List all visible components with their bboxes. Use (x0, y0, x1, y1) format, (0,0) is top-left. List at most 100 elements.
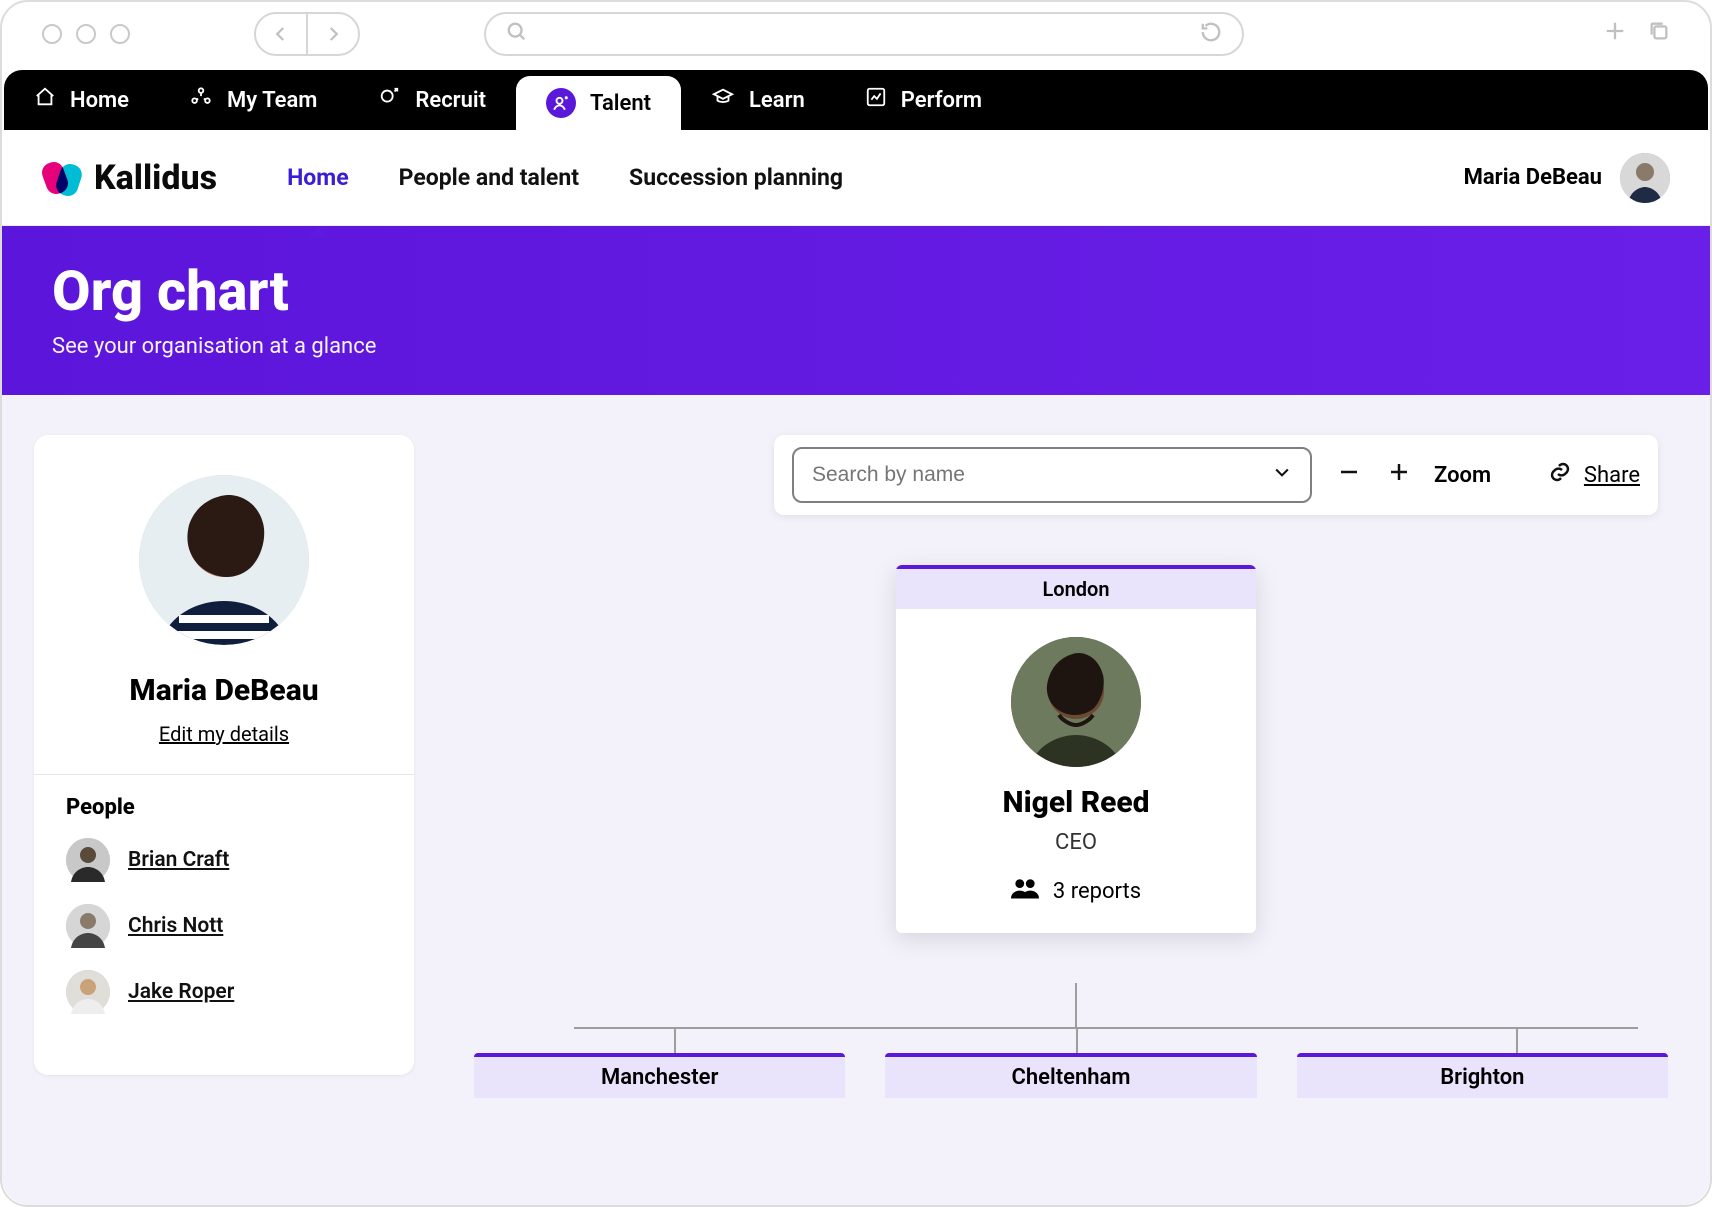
share-wrap: Share (1548, 460, 1640, 490)
brand-name: Kallidus (94, 158, 217, 198)
org-child-location[interactable]: Manchester (474, 1053, 845, 1098)
learn-icon (711, 86, 735, 114)
chrome-right-controls (1604, 19, 1670, 49)
sub-bar: Kallidus Home People and talent Successi… (2, 130, 1710, 226)
nav-label: Recruit (415, 88, 486, 113)
browser-toolbar (2, 2, 1710, 70)
subtab-label: Home (287, 164, 349, 191)
nav-talent[interactable]: Talent (516, 76, 681, 130)
org-node-title: CEO (896, 830, 1256, 855)
org-child-location[interactable]: Brighton (1297, 1053, 1668, 1098)
zoom-in-button[interactable] (1384, 460, 1414, 490)
talent-icon (546, 88, 576, 118)
zoom-out-button[interactable] (1334, 460, 1364, 490)
subtab-people-and-talent[interactable]: People and talent (399, 158, 579, 197)
nav-label: Talent (590, 91, 651, 116)
nav-label: Learn (749, 88, 805, 113)
avatar (66, 904, 110, 948)
person-link[interactable]: Jake Roper (128, 980, 234, 1004)
search-by-name[interactable] (792, 447, 1312, 503)
people-section: People Brian Craft Chris Nott (34, 775, 414, 1036)
copy-window-icon[interactable] (1648, 19, 1670, 49)
nav-my-team[interactable]: My Team (159, 70, 347, 130)
sub-tabs: Home People and talent Succession planni… (287, 158, 843, 197)
org-node-name: Nigel Reed (896, 785, 1256, 820)
traffic-light-min[interactable] (76, 24, 96, 44)
url-bar[interactable] (484, 12, 1244, 56)
person-row[interactable]: Brian Craft (66, 838, 382, 882)
person-row[interactable]: Chris Nott (66, 904, 382, 948)
browser-window: Home My Team Recruit Talent (0, 0, 1712, 1207)
person-link[interactable]: Chris Nott (128, 914, 223, 938)
new-tab-icon[interactable] (1604, 19, 1626, 49)
subtab-label: Succession planning (629, 164, 843, 191)
org-child-row: Manchester Cheltenham Brighton (474, 1053, 1678, 1098)
primary-nav: Home My Team Recruit Talent (4, 70, 1708, 130)
nav-recruit[interactable]: Recruit (347, 70, 516, 130)
zoom-label: Zoom (1434, 463, 1491, 488)
logo-mark-icon (42, 158, 82, 198)
traffic-light-close[interactable] (42, 24, 62, 44)
org-node-location: London (896, 565, 1256, 609)
traffic-lights (42, 24, 130, 44)
org-child-label: Brighton (1440, 1065, 1524, 1090)
avatar (66, 970, 110, 1014)
connector (674, 1027, 676, 1053)
team-icon (189, 86, 213, 114)
page-subtitle: See your organisation at a glance (52, 334, 1660, 359)
search-input[interactable] (812, 463, 1272, 487)
user-chip[interactable]: Maria DeBeau (1464, 153, 1670, 203)
connector (574, 1027, 1638, 1029)
page-banner: Org chart See your organisation at a gla… (2, 226, 1710, 395)
subtab-succession-planning[interactable]: Succession planning (629, 158, 843, 197)
person-link[interactable]: Brian Craft (128, 848, 229, 872)
nav-label: My Team (227, 88, 317, 113)
user-name: Maria DeBeau (1464, 165, 1602, 190)
content-area: Maria DeBeau Edit my details People Bria… (2, 395, 1710, 1205)
profile-card: Maria DeBeau Edit my details People Bria… (34, 435, 414, 1075)
search-icon (506, 21, 528, 47)
reload-icon[interactable] (1200, 21, 1222, 47)
canvas-toolbar: Zoom Share (774, 435, 1658, 515)
brand-logo[interactable]: Kallidus (42, 158, 217, 198)
edit-my-details-link[interactable]: Edit my details (159, 722, 289, 746)
share-link[interactable]: Share (1584, 463, 1640, 488)
org-reports-label: 3 reports (1053, 879, 1141, 904)
connector (1076, 1027, 1078, 1053)
org-node-reports: 3 reports (896, 877, 1256, 905)
org-node-avatar (1011, 637, 1141, 767)
people-icon (1011, 877, 1039, 905)
home-icon (34, 86, 56, 114)
recruit-icon (377, 86, 401, 114)
person-row[interactable]: Jake Roper (66, 970, 382, 1014)
back-button[interactable] (256, 14, 306, 54)
connector (1075, 983, 1077, 1027)
profile-name: Maria DeBeau (129, 673, 318, 708)
perform-icon (865, 86, 887, 114)
org-chart-canvas[interactable]: Zoom Share London (454, 435, 1678, 1205)
org-node-root[interactable]: London Nigel (896, 565, 1256, 933)
traffic-light-max[interactable] (110, 24, 130, 44)
zoom-controls: Zoom (1334, 460, 1491, 490)
nav-label: Perform (901, 88, 982, 113)
nav-learn[interactable]: Learn (681, 70, 835, 130)
chevron-down-icon[interactable] (1272, 462, 1292, 488)
app-root: Home My Team Recruit Talent (2, 70, 1710, 1205)
nav-home[interactable]: Home (4, 70, 159, 130)
subtab-label: People and talent (399, 164, 579, 191)
nav-perform[interactable]: Perform (835, 70, 1012, 130)
page-title: Org chart (52, 258, 1660, 324)
nav-label: Home (70, 88, 129, 113)
link-icon (1548, 460, 1572, 490)
subtab-home[interactable]: Home (287, 158, 349, 197)
org-child-label: Cheltenham (1012, 1065, 1131, 1090)
avatar (66, 838, 110, 882)
connector (1516, 1027, 1518, 1053)
org-child-label: Manchester (601, 1065, 718, 1090)
org-child-location[interactable]: Cheltenham (885, 1053, 1256, 1098)
avatar (1620, 153, 1670, 203)
people-heading: People (66, 795, 382, 820)
forward-button[interactable] (308, 14, 358, 54)
nav-buttons (254, 12, 360, 56)
profile-avatar (139, 475, 309, 645)
